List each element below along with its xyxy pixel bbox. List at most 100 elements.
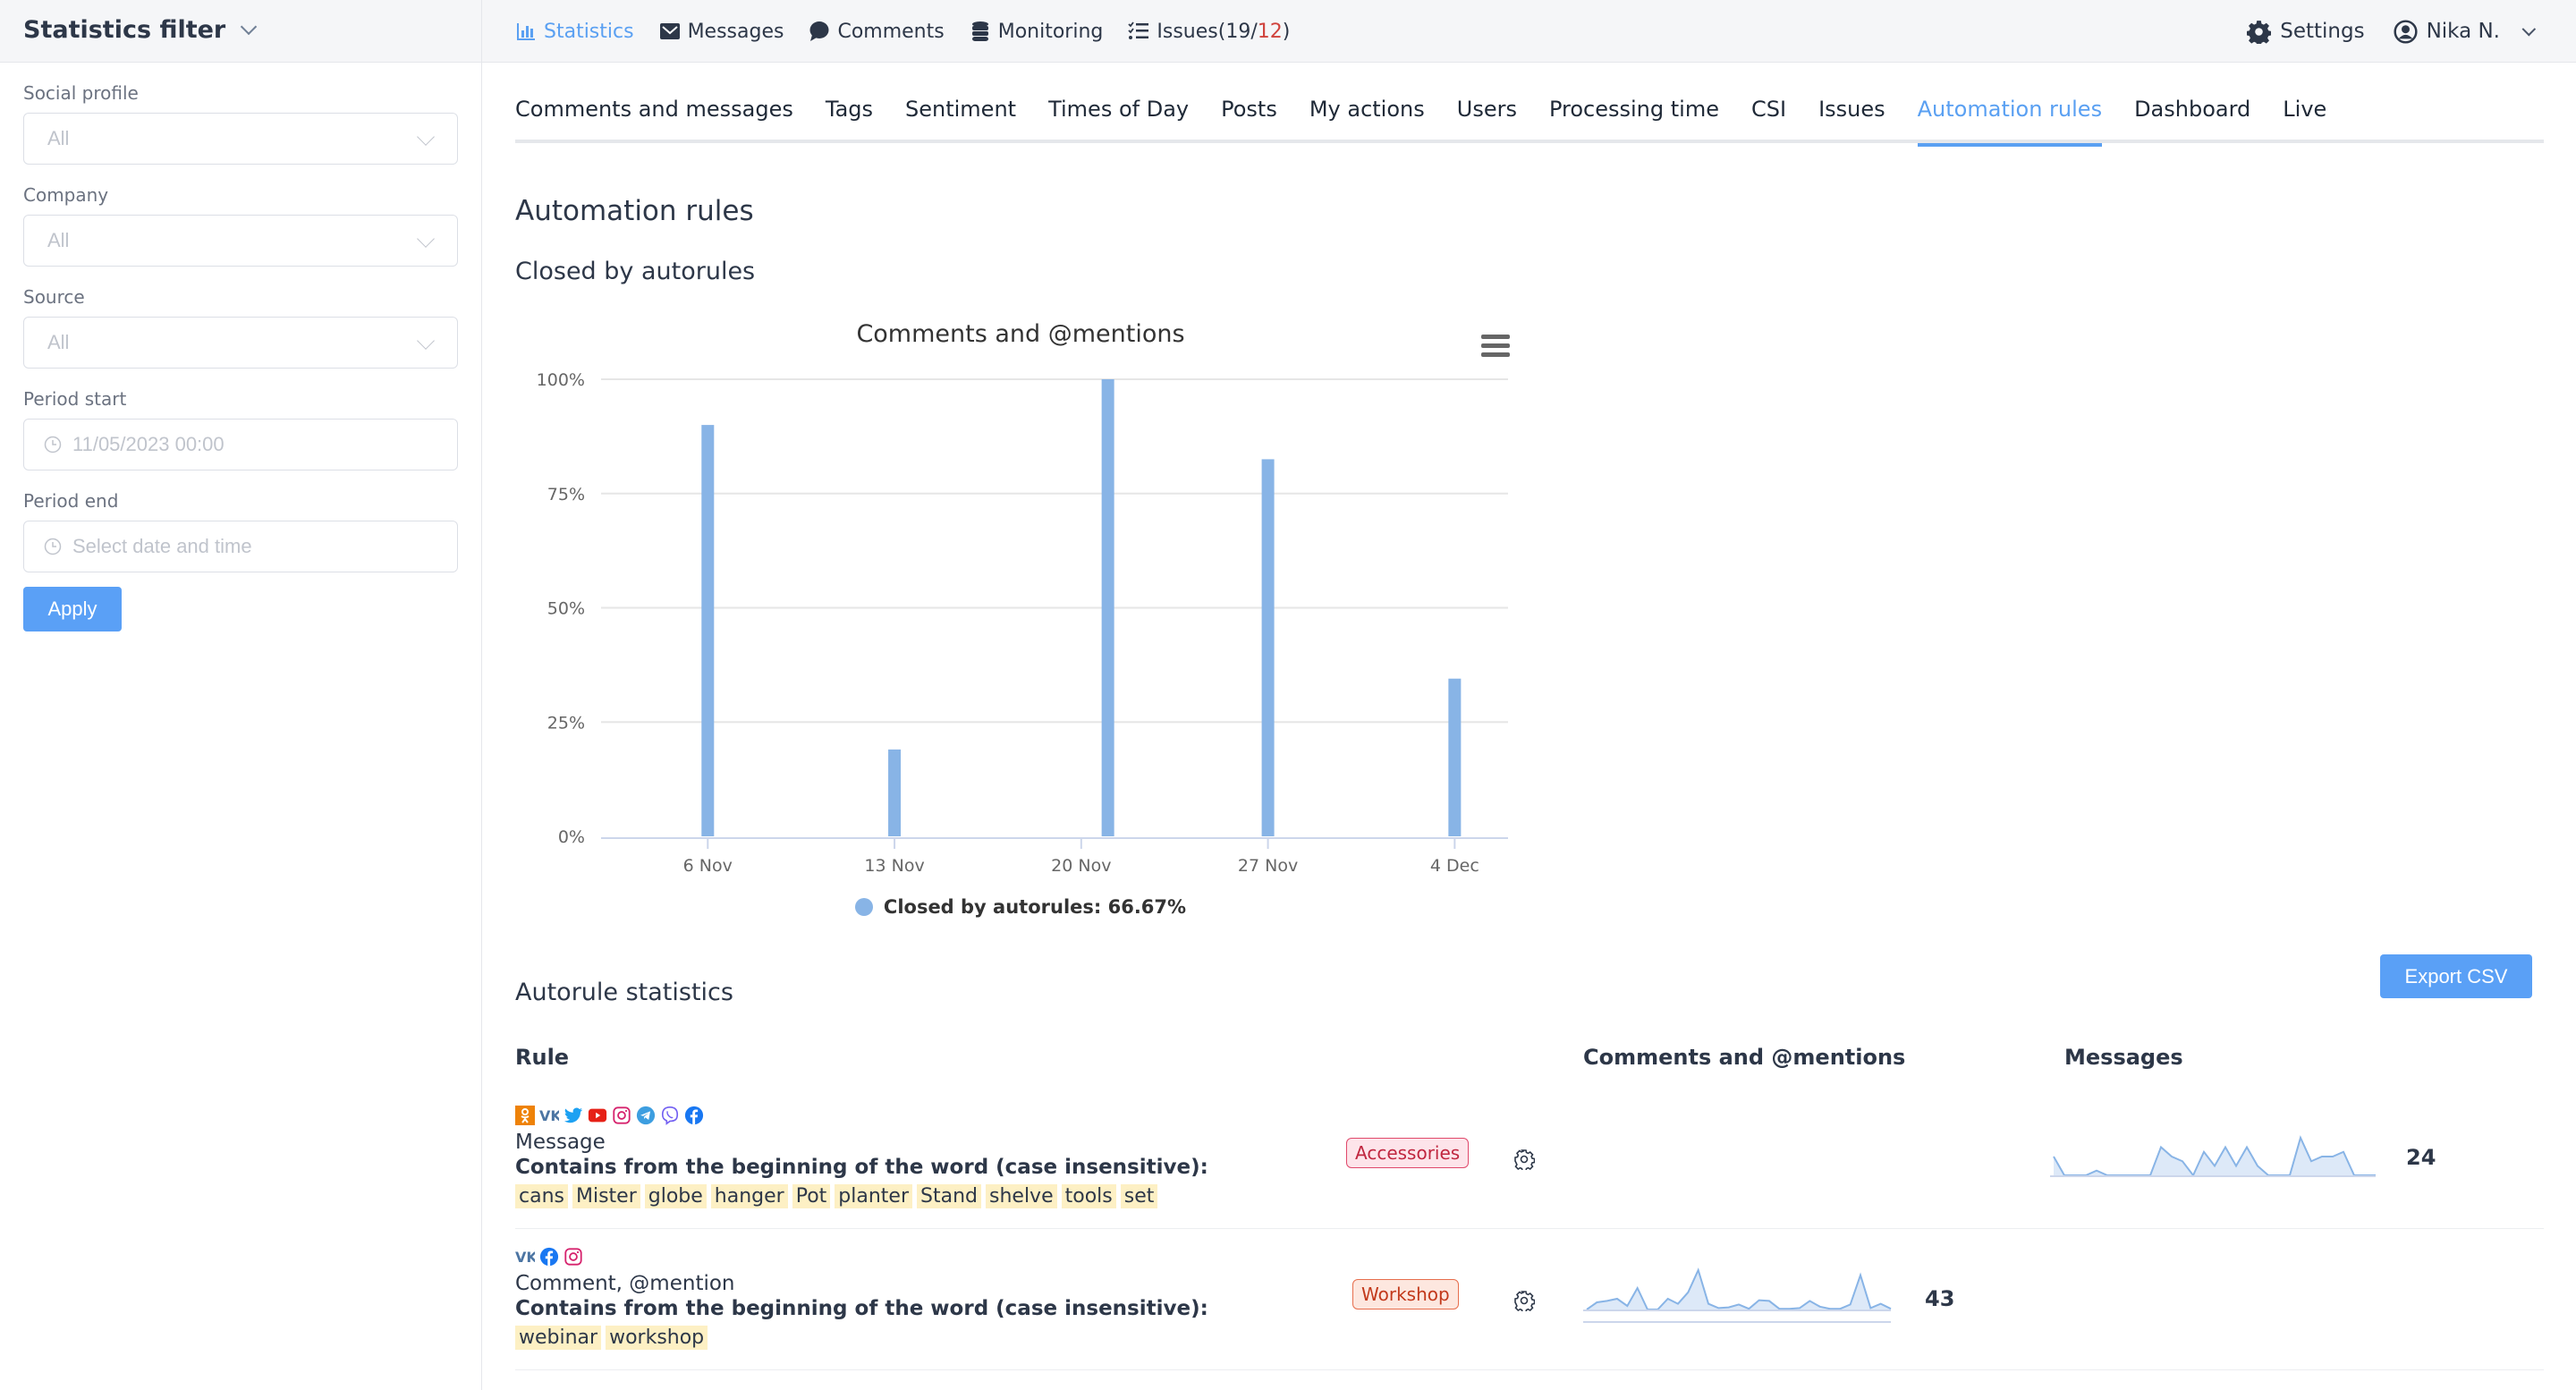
filter-sidebar: Social profile All Company All Source Al…: [23, 82, 458, 631]
sidebar-divider: [481, 0, 482, 1390]
chevron-down-icon: [241, 18, 258, 36]
social-profile-select[interactable]: All: [23, 113, 458, 165]
period-end-input[interactable]: Select date and time: [23, 521, 458, 572]
tab-posts[interactable]: Posts: [1205, 81, 1293, 143]
statistics-tabs: Comments and messages Tags Sentiment Tim…: [515, 81, 2544, 147]
social-profile-value: All: [47, 127, 70, 149]
user-nav: Settings Nika N.: [2247, 0, 2537, 63]
section-title-autorule-statistics: Autorule statistics: [515, 979, 733, 1006]
bar: [1448, 678, 1462, 836]
rule-cell: VK Comment, @mention Contains from the b…: [515, 1245, 1208, 1350]
svg-text:VK: VK: [539, 1107, 559, 1124]
tab-sentiment[interactable]: Sentiment: [889, 81, 1032, 143]
period-start-value: 11/05/2023 00:00: [72, 433, 225, 455]
keyword: cans: [515, 1184, 568, 1208]
nav-issues[interactable]: Issues(19/12): [1128, 21, 1290, 43]
keyword: Pot: [792, 1184, 831, 1208]
nav-statistics-label: Statistics: [544, 20, 634, 43]
comments-sparkline: [1583, 1267, 1892, 1323]
statistics-filter-toggle[interactable]: Statistics filter: [23, 16, 258, 44]
nav-monitoring[interactable]: Monitoring: [970, 20, 1104, 43]
keyword: workshop: [606, 1326, 708, 1350]
nav-messages[interactable]: Messages: [659, 21, 784, 43]
clock-icon: [44, 538, 62, 555]
rule-cell: VK Message Contains from the beginning o…: [515, 1104, 1208, 1208]
apply-button[interactable]: Apply: [23, 587, 122, 631]
tab-csi[interactable]: CSI: [1735, 81, 1802, 143]
messages-sparkline: [2050, 1135, 2376, 1177]
source-select[interactable]: All: [23, 317, 458, 369]
chevron-down-icon: [417, 230, 435, 248]
vk-icon: VK: [539, 1107, 559, 1124]
x-tick-label: 13 Nov: [864, 856, 924, 876]
user-name: Nika N.: [2426, 20, 2500, 43]
x-tick-label: 4 Dec: [1430, 856, 1479, 876]
period-end-placeholder: Select date and time: [72, 535, 252, 557]
rule-condition: Contains from the beginning of the word …: [515, 1297, 1208, 1320]
top-bar: Statistics filter Statistics Messages Co…: [0, 0, 2576, 63]
checklist-icon: [1128, 21, 1149, 39]
x-tick-label: 27 Nov: [1238, 856, 1298, 876]
network-icons: VK: [515, 1245, 1208, 1268]
chart-canvas: 0% 25% 50% 75% 100% 6 Nov 13 Nov 20 Nov 27 Nov 4 …: [537, 370, 1508, 876]
comments-count: 43: [1925, 1286, 1955, 1311]
rule-type: Message: [515, 1131, 606, 1154]
keyword: set: [1120, 1184, 1158, 1208]
keyword: webinar: [515, 1326, 602, 1350]
user-menu[interactable]: Nika N.: [2394, 19, 2537, 44]
nav-monitoring-label: Monitoring: [997, 20, 1104, 43]
chart-legend[interactable]: Closed by autorules: 66.67%: [515, 896, 1526, 918]
rule-settings-gear-icon[interactable]: [1513, 1148, 1535, 1170]
bar: [701, 425, 715, 836]
database-icon: [971, 21, 988, 41]
instagram-icon: [613, 1106, 631, 1124]
source-label: Source: [23, 286, 85, 308]
tab-automation-rules[interactable]: Automation rules: [1902, 81, 2118, 147]
tab-dashboard[interactable]: Dashboard: [2118, 81, 2267, 143]
company-select[interactable]: All: [23, 215, 458, 267]
issues-open-count: 19: [1225, 20, 1251, 43]
y-tick-label: 50%: [547, 599, 585, 619]
keyword-list: cans Mister globe hanger Pot planter Sta…: [515, 1184, 1208, 1208]
bar-chart-icon: [517, 23, 535, 40]
keyword-list: webinar workshop: [515, 1326, 1208, 1350]
tag-badge: Accessories: [1346, 1138, 1470, 1168]
legend-label: Closed by autorules: 66.67%: [883, 896, 1187, 918]
nav-messages-label: Messages: [687, 20, 784, 43]
tab-issues[interactable]: Issues: [1802, 81, 1902, 143]
keyword: Stand: [917, 1184, 981, 1208]
closed-by-autorules-chart: 0% 25% 50% 75% 100% 6 Nov 13 Nov 20 Nov 27 Nov 4 …: [515, 304, 1526, 930]
main-nav: Statistics Messages Comments Monitoring …: [515, 0, 1290, 63]
social-profile-label: Social profile: [23, 82, 139, 104]
vk-icon: VK: [515, 1249, 535, 1266]
telegram-icon: [636, 1106, 656, 1125]
keyword: tools: [1061, 1184, 1116, 1208]
tab-processing-time[interactable]: Processing time: [1533, 81, 1735, 143]
chart-menu-icon[interactable]: [1481, 335, 1510, 358]
company-value: All: [47, 229, 70, 251]
tab-comments-and-messages[interactable]: Comments and messages: [515, 81, 809, 143]
y-tick-label: 0%: [558, 827, 585, 847]
nav-statistics[interactable]: Statistics: [515, 21, 634, 43]
tab-users[interactable]: Users: [1441, 81, 1533, 143]
keyword: hanger: [710, 1184, 788, 1208]
tab-my-actions[interactable]: My actions: [1293, 81, 1441, 143]
nav-comments[interactable]: Comments: [809, 21, 945, 43]
tab-times-of-day[interactable]: Times of Day: [1032, 81, 1205, 143]
rule-type: Comment, @mention: [515, 1272, 735, 1295]
tab-live[interactable]: Live: [2267, 81, 2343, 143]
period-start-input[interactable]: 11/05/2023 00:00: [23, 419, 458, 470]
facebook-icon: [539, 1247, 559, 1267]
rule-settings-gear-icon[interactable]: [1513, 1290, 1535, 1311]
table-row: VK Message Contains from the beginning o…: [515, 1100, 2544, 1229]
y-tick-label: 25%: [547, 713, 585, 733]
envelope-icon: [659, 23, 680, 39]
settings-label: Settings: [2280, 20, 2365, 43]
keyword: globe: [644, 1184, 707, 1208]
column-header-messages: Messages: [2064, 1045, 2183, 1070]
export-csv-button[interactable]: Export CSV: [2380, 954, 2532, 998]
instagram-icon: [564, 1248, 582, 1266]
settings-link[interactable]: Settings: [2247, 20, 2365, 44]
tab-tags[interactable]: Tags: [809, 81, 889, 143]
network-icons: VK: [515, 1104, 1208, 1127]
